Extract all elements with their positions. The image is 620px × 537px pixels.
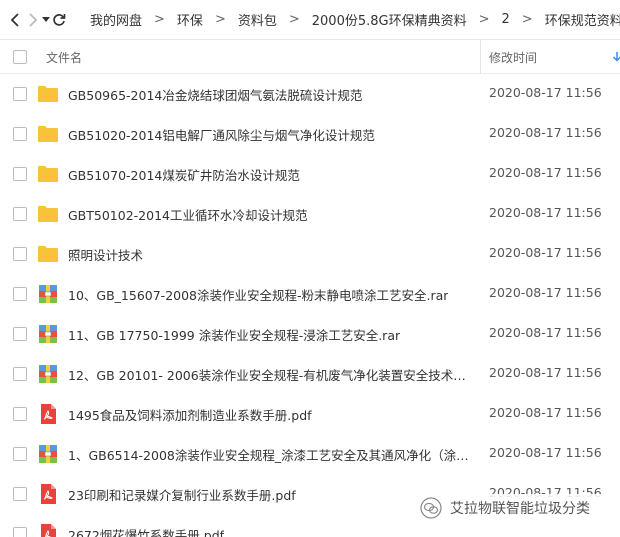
file-checkbox[interactable]: [13, 447, 27, 461]
column-header-name[interactable]: 文件名: [46, 49, 82, 66]
column-divider[interactable]: [480, 40, 481, 74]
caret-down-icon: [42, 16, 50, 22]
breadcrumb-item[interactable]: 2000份5.8G环保精典资料: [312, 10, 467, 29]
sort-arrow-icon[interactable]: [612, 52, 620, 62]
file-row[interactable]: GB51070-2014煤炭矿井防治水设计规范 2020-08-17 11:56: [0, 154, 620, 194]
file-name[interactable]: 2672烟花爆竹系数手册.pdf: [68, 525, 224, 537]
file-checkbox[interactable]: [13, 327, 27, 341]
file-row[interactable]: 1、GB6514-2008涂装作业安全规程_涂漆工艺安全及其通风净化（涂装作..…: [0, 434, 620, 474]
file-checkbox[interactable]: [13, 407, 27, 421]
file-checkbox[interactable]: [13, 207, 27, 221]
navigation-bar: 我的网盘 > 环保 > 资料包 >2000份5.8G环保精典资料 >2 > 环保规范资料: [0, 0, 620, 40]
file-list-header: 文件名 修改时间: [0, 40, 620, 74]
file-checkbox[interactable]: [13, 487, 27, 501]
file-row[interactable]: GB51020-2014铝电解厂通风除尘与烟气净化设计规范 2020-08-17 …: [0, 114, 620, 154]
breadcrumb-separator: >: [154, 12, 165, 27]
file-name[interactable]: 12、GB 20101- 2006装涂作业安全规程-有机废气净化装置安全技术规定…: [68, 365, 472, 384]
file-row[interactable]: 1495食品及饲料添加剂制造业系数手册.pdf 2020-08-17 11:56: [0, 394, 620, 434]
file-modified-date: 2020-08-17 11:56: [489, 205, 602, 220]
file-name[interactable]: 照明设计技术: [68, 245, 143, 264]
file-name[interactable]: 1、GB6514-2008涂装作业安全规程_涂漆工艺安全及其通风净化（涂装作..…: [68, 445, 472, 464]
file-name[interactable]: 10、GB_15607-2008涂装作业安全规程-粉末静电喷涂工艺安全.rar: [68, 285, 448, 304]
breadcrumb-item[interactable]: 2: [502, 12, 510, 27]
file-name[interactable]: GB51020-2014铝电解厂通风除尘与烟气净化设计规范: [68, 125, 375, 144]
rar-archive-icon: [37, 363, 59, 385]
file-row[interactable]: 10、GB_15607-2008涂装作业安全规程-粉末静电喷涂工艺安全.rar 2…: [0, 274, 620, 314]
back-button[interactable]: [10, 5, 20, 35]
file-row[interactable]: 12、GB 20101- 2006装涂作业安全规程-有机废气净化装置安全技术规定…: [0, 354, 620, 394]
file-checkbox[interactable]: [13, 287, 27, 301]
breadcrumb-separator: >: [521, 12, 533, 27]
pdf-file-icon: [37, 483, 59, 505]
file-checkbox[interactable]: [13, 247, 27, 261]
file-modified-date: 2020-08-17 11:56: [489, 125, 602, 140]
breadcrumb-separator: >: [288, 12, 300, 27]
breadcrumb-item[interactable]: 环保: [177, 10, 203, 29]
chevron-right-icon: [29, 12, 38, 27]
file-row[interactable]: GB50965-2014冶金烧结球团烟气氨法脱硫设计规范 2020-08-17 1…: [0, 74, 620, 114]
file-name[interactable]: 1495食品及饲料添加剂制造业系数手册.pdf: [68, 405, 312, 424]
folder-icon: [37, 163, 59, 185]
folder-icon: [37, 123, 59, 145]
refresh-button[interactable]: [52, 5, 66, 35]
file-modified-date: 2020-08-17 11:56: [489, 285, 602, 300]
file-name[interactable]: 11、GB 17750-1999 涂装作业安全规程-浸涂工艺安全.rar: [68, 325, 400, 344]
folder-icon: [37, 203, 59, 225]
folder-icon: [37, 83, 59, 105]
history-dropdown-button[interactable]: [42, 5, 50, 35]
file-modified-date: 2020-08-17 11:56: [489, 445, 602, 460]
chevron-left-icon: [10, 12, 19, 27]
rar-archive-icon: [37, 443, 59, 465]
breadcrumb-separator: >: [214, 12, 226, 27]
breadcrumb-item[interactable]: 我的网盘: [90, 10, 142, 29]
watermark: 艾拉物联智能垃圾分类: [420, 494, 616, 522]
file-name[interactable]: GB51070-2014煤炭矿井防治水设计规范: [68, 165, 300, 184]
file-name[interactable]: GB50965-2014冶金烧结球团烟气氨法脱硫设计规范: [68, 85, 362, 104]
watermark-text: 艾拉物联智能垃圾分类: [450, 501, 590, 517]
file-checkbox[interactable]: [13, 127, 27, 141]
file-modified-date: 2020-08-17 11:56: [489, 325, 602, 340]
file-modified-date: 2020-08-17 11:56: [489, 165, 602, 180]
breadcrumb-item[interactable]: 资料包: [238, 10, 277, 29]
file-name[interactable]: GBT50102-2014工业循环水冷却设计规范: [68, 205, 307, 224]
select-all-checkbox[interactable]: [13, 50, 27, 64]
wechat-logo-icon: [420, 497, 442, 519]
pdf-file-icon: [37, 523, 59, 537]
breadcrumb-separator: >: [478, 12, 490, 27]
file-checkbox[interactable]: [13, 367, 27, 381]
file-modified-date: 2020-08-17 11:56: [489, 405, 602, 420]
column-header-date[interactable]: 修改时间: [489, 49, 537, 66]
breadcrumb: 我的网盘 > 环保 > 资料包 >2000份5.8G环保精典资料 >2 > 环保规范资料: [90, 10, 620, 29]
rar-archive-icon: [37, 323, 59, 345]
file-modified-date: 2020-08-17 11:56: [489, 85, 602, 100]
file-modified-date: 2020-08-17 11:56: [489, 365, 602, 380]
breadcrumb-item[interactable]: 环保规范资料: [545, 10, 620, 29]
file-checkbox[interactable]: [13, 527, 27, 537]
rar-archive-icon: [37, 283, 59, 305]
file-checkbox[interactable]: [13, 167, 27, 181]
file-checkbox[interactable]: [13, 87, 27, 101]
file-name[interactable]: 23印刷和记录媒介复制行业系数手册.pdf: [68, 485, 296, 504]
folder-icon: [37, 243, 59, 265]
forward-button[interactable]: [28, 5, 38, 35]
file-row[interactable]: 11、GB 17750-1999 涂装作业安全规程-浸涂工艺安全.rar 2020…: [0, 314, 620, 354]
file-modified-date: 2020-08-17 11:56: [489, 245, 602, 260]
pdf-file-icon: [37, 403, 59, 425]
file-row[interactable]: 照明设计技术 2020-08-17 11:56: [0, 234, 620, 274]
file-row[interactable]: GBT50102-2014工业循环水冷却设计规范 2020-08-17 11:56: [0, 194, 620, 234]
refresh-icon: [53, 13, 66, 26]
